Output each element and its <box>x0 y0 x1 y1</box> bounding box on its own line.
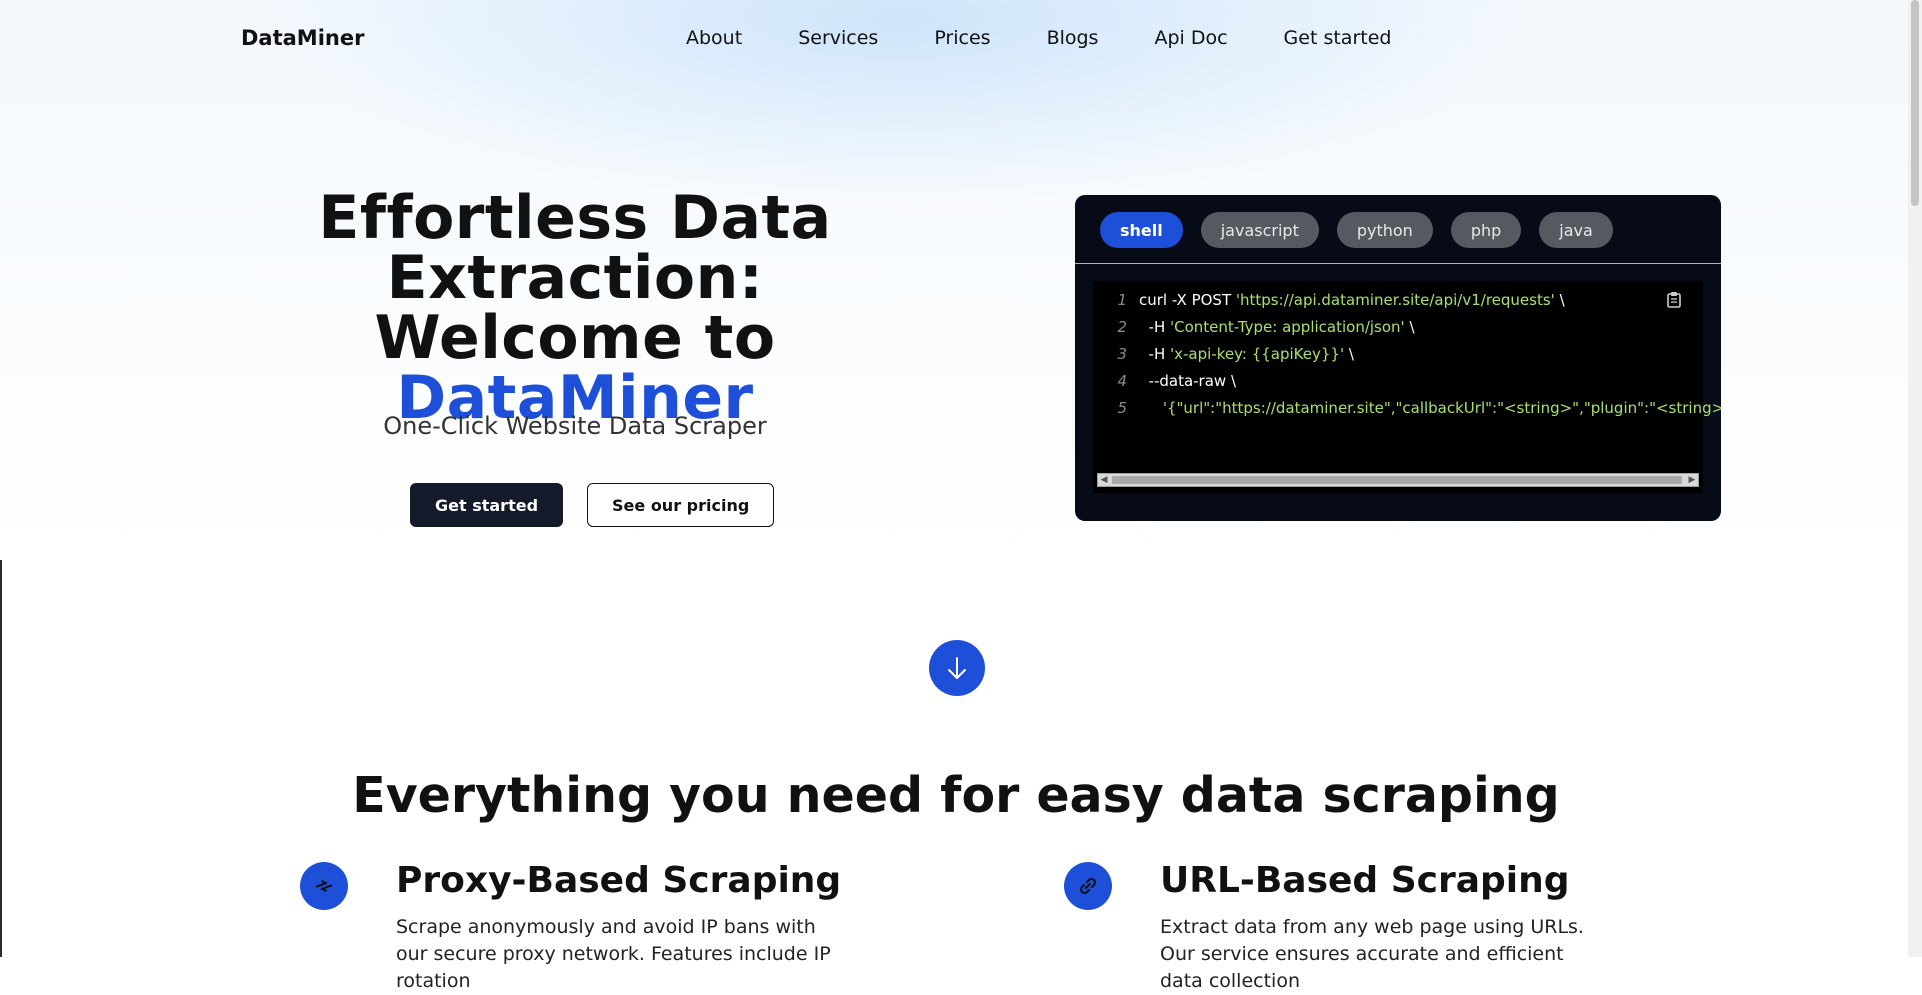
code-text: curl -X POST 'https://api.dataminer.site… <box>1139 291 1565 309</box>
tab-javascript[interactable]: javascript <box>1200 212 1319 248</box>
page-title: Effortless Data Extraction: Welcome to D… <box>230 188 920 428</box>
hero-heading: Effortless Data Extraction: Welcome to D… <box>230 188 920 428</box>
line-number: 2 <box>1117 318 1127 336</box>
line-number: 1 <box>1117 291 1127 309</box>
feature-title: Proxy-Based Scraping <box>396 860 842 901</box>
nav-link-api-doc[interactable]: Api Doc <box>1154 27 1227 49</box>
feature-description: Scrape anonymously and avoid IP bans wit… <box>396 916 831 992</box>
code-block: 1 curl -X POST 'https://api.dataminer.si… <box>1093 281 1721 493</box>
page-scrollbar-thumb[interactable] <box>1911 0 1919 206</box>
link-icon <box>1064 862 1112 910</box>
code-text: --data-raw \ <box>1139 372 1237 390</box>
tab-shell[interactable]: shell <box>1100 212 1183 248</box>
feature-description: Extract data from any web page using URL… <box>1160 916 1584 992</box>
code-text: -H 'x-api-key: {{apiKey}}' \ <box>1139 345 1354 363</box>
hero-buttons: Get started See our pricing <box>410 483 775 527</box>
arrow-down-icon <box>948 657 966 679</box>
line-number: 3 <box>1117 345 1127 363</box>
code-text: '{"url":"https://dataminer.site","callba… <box>1162 399 1721 417</box>
nav-link-about[interactable]: About <box>686 27 742 49</box>
proxy-arrows-icon <box>300 862 348 910</box>
line-number: 4 <box>1117 372 1127 390</box>
see-pricing-button[interactable]: See our pricing <box>587 483 775 527</box>
nav-link-services[interactable]: Services <box>798 27 878 49</box>
line-number: 5 <box>1117 399 1127 417</box>
nav-link-prices[interactable]: Prices <box>934 27 990 49</box>
nav-link-get-started[interactable]: Get started <box>1284 27 1392 49</box>
tab-divider <box>1075 263 1721 264</box>
tab-python[interactable]: python <box>1336 212 1433 248</box>
nav-links: About Services Prices Blogs Api Doc Get … <box>686 27 1391 49</box>
get-started-button[interactable]: Get started <box>410 483 564 527</box>
feature-title: URL-Based Scraping <box>1160 860 1570 901</box>
tab-php[interactable]: php <box>1450 212 1522 248</box>
code-horizontal-scrollbar[interactable]: ◀ ▶ <box>1097 473 1699 487</box>
features-section-title: Everything you need for easy data scrapi… <box>352 766 1560 824</box>
code-text: -H 'Content-Type: application/json' \ <box>1139 318 1415 336</box>
scroll-left-icon[interactable]: ◀ <box>1098 474 1110 486</box>
scroll-right-icon[interactable]: ▶ <box>1686 474 1698 486</box>
scroll-down-button[interactable] <box>929 640 985 696</box>
scrollbar-thumb[interactable] <box>1112 476 1682 484</box>
title-line-2: Extraction: Welcome to <box>374 243 776 373</box>
language-tabs: shell javascript python php java <box>1100 212 1613 248</box>
nav-link-blogs[interactable]: Blogs <box>1047 27 1099 49</box>
top-navigation: DataMiner About Services Prices Blogs Ap… <box>0 0 1922 78</box>
clipboard-copy-icon[interactable] <box>1667 291 1681 308</box>
code-example-panel: shell javascript python php java 1 curl … <box>1075 195 1721 521</box>
page-vertical-scrollbar[interactable] <box>1908 0 1922 957</box>
brand-logo[interactable]: DataMiner <box>241 26 364 50</box>
tab-java[interactable]: java <box>1539 212 1613 248</box>
hero-subtitle: One-Click Website Data Scraper <box>383 412 767 440</box>
